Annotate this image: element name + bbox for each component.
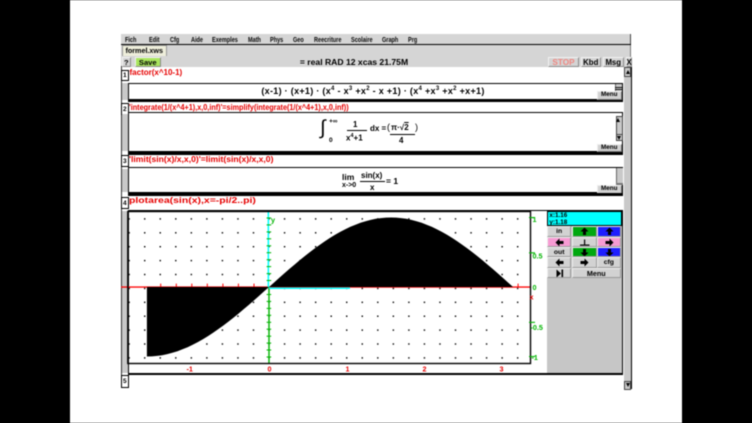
svg-text:0.5: 0.5 — [533, 252, 543, 261]
svg-text:y: y — [271, 216, 275, 225]
svg-text:0: 0 — [533, 283, 537, 292]
svg-text:-0.5: -0.5 — [531, 323, 543, 332]
svg-text:1: 1 — [533, 215, 537, 224]
svg-text:x: x — [530, 293, 534, 302]
svg-text:-1: -1 — [532, 353, 538, 362]
